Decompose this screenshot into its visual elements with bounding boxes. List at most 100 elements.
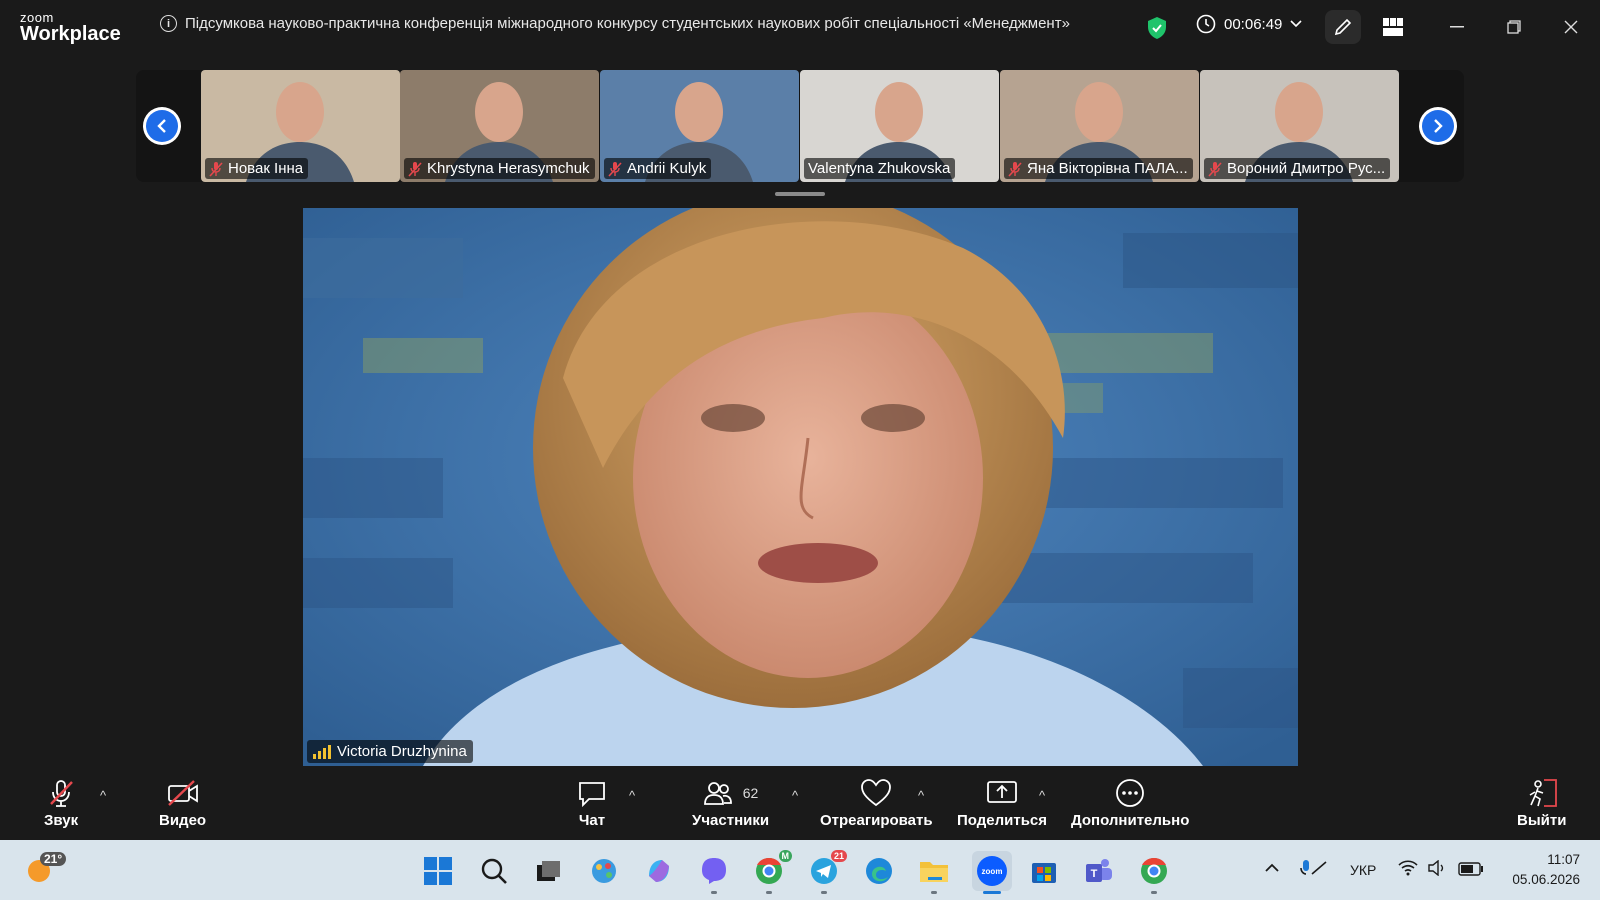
- chrome-app[interactable]: M: [752, 850, 792, 888]
- more-button[interactable]: Дополнительно: [1071, 778, 1189, 829]
- mic-muted-icon: [50, 780, 73, 807]
- wifi-icon[interactable]: [1398, 860, 1418, 879]
- microsoft-store-app[interactable]: [1027, 854, 1061, 888]
- battery-icon[interactable]: [1458, 862, 1484, 879]
- participant-name: Новак Інна: [228, 160, 304, 177]
- chat-bubble-icon: [579, 782, 605, 808]
- meeting-timer[interactable]: 00:06:49: [1196, 14, 1302, 34]
- share-options-caret[interactable]: ^: [1039, 788, 1045, 803]
- participant-tile[interactable]: Valentyna Zhukovska: [800, 70, 999, 182]
- participants-icon: [703, 782, 732, 805]
- participant-name-label: Andrii Kulyk: [604, 158, 712, 179]
- weather-widget[interactable]: 21°: [26, 852, 67, 889]
- mic-muted-icon: [608, 161, 622, 177]
- clock-time: 11:07: [1547, 852, 1580, 867]
- language-indicator[interactable]: УКР: [1350, 862, 1376, 878]
- zoom-app[interactable]: zoom: [972, 851, 1012, 891]
- video-label: Видео: [159, 812, 207, 829]
- windows-logo-icon: [424, 857, 452, 885]
- restore-icon: [1507, 20, 1521, 34]
- heart-icon: [861, 779, 892, 807]
- minimize-icon: [1450, 26, 1464, 28]
- chrome-profile-app[interactable]: [1137, 854, 1171, 888]
- view-button[interactable]: [1375, 10, 1411, 44]
- participant-tile[interactable]: Khrystyna Herasymchuk: [400, 70, 599, 182]
- video-off-icon: [167, 780, 198, 806]
- edge-icon: [866, 858, 892, 884]
- file-explorer-app[interactable]: [917, 854, 951, 888]
- svg-text:T: T: [1091, 868, 1098, 880]
- participant-name-label: Новак Інна: [205, 158, 309, 179]
- pencil-icon: [1334, 18, 1352, 36]
- encryption-shield-icon[interactable]: [1146, 16, 1168, 45]
- active-speaker-video[interactable]: Victoria Druzhynina: [303, 208, 1298, 766]
- viber-app[interactable]: [697, 854, 731, 888]
- timer-text: 00:06:49: [1224, 15, 1283, 33]
- store-icon: [1032, 863, 1056, 883]
- annotate-button[interactable]: [1325, 10, 1361, 44]
- audio-options-caret[interactable]: ^: [100, 788, 106, 803]
- strip-resize-handle[interactable]: [775, 192, 825, 196]
- title-bar: zoom Workplace i Підсумкова науково-прак…: [0, 0, 1600, 55]
- participant-name-label: Valentyna Zhukovska: [804, 158, 956, 179]
- meeting-title: i Підсумкова науково-практична конференц…: [160, 15, 1070, 32]
- paint-app-icon: [592, 859, 616, 883]
- chrome-profile-badge: M: [778, 850, 792, 862]
- leave-button[interactable]: Выйти: [1517, 778, 1566, 829]
- copilot-app[interactable]: [642, 854, 676, 888]
- teams-app[interactable]: T: [1082, 854, 1116, 888]
- edge-app[interactable]: [862, 854, 896, 888]
- restore-button[interactable]: [1499, 14, 1529, 40]
- start-button[interactable]: [421, 854, 455, 888]
- share-label: Поделиться: [957, 812, 1048, 829]
- widgets-app[interactable]: [587, 854, 621, 888]
- speaker-name: Victoria Druzhynina: [337, 743, 467, 760]
- telegram-app[interactable]: 21: [807, 850, 847, 888]
- tray-overflow-button[interactable]: [1265, 860, 1279, 876]
- leave-label: Выйти: [1517, 812, 1567, 829]
- participants-count: 62: [742, 785, 759, 801]
- participant-tile[interactable]: Andrii Kulyk: [600, 70, 799, 182]
- more-dots-icon: [1116, 779, 1145, 807]
- participant-tile[interactable]: Новак Інна: [201, 70, 400, 182]
- task-view-button[interactable]: [531, 854, 565, 888]
- share-button[interactable]: Поделиться: [957, 778, 1047, 829]
- chat-options-caret[interactable]: ^: [629, 788, 635, 803]
- info-icon[interactable]: i: [160, 15, 177, 32]
- input-indicator[interactable]: [1300, 858, 1328, 881]
- chrome-icon: [756, 857, 782, 884]
- more-label: Дополнительно: [1071, 812, 1190, 829]
- minimize-button[interactable]: [1442, 14, 1472, 40]
- participant-tile[interactable]: Вороний Дмитро Рус...: [1200, 70, 1399, 182]
- chat-button[interactable]: Чат: [577, 778, 607, 829]
- participants-options-caret[interactable]: ^: [792, 788, 798, 803]
- system-clock[interactable]: 11:07 05.06.2026: [1500, 850, 1580, 890]
- close-icon: [1564, 20, 1578, 34]
- react-options-caret[interactable]: ^: [918, 788, 924, 803]
- chevron-left-icon: [157, 119, 166, 133]
- svg-text:zoom: zoom: [982, 867, 1003, 876]
- participant-tile[interactable]: Яна Вікторівна ПАЛА...: [1000, 70, 1199, 182]
- react-button[interactable]: Отреагировать: [820, 778, 933, 829]
- participant-name: Вороний Дмитро Рус...: [1227, 160, 1386, 177]
- search-button[interactable]: [477, 854, 511, 888]
- chevron-down-icon: [1290, 20, 1302, 28]
- mic-muted-icon: [1008, 161, 1022, 177]
- participant-name: Valentyna Zhukovska: [808, 160, 951, 177]
- task-view-icon: [537, 861, 560, 881]
- video-button[interactable]: Видео: [159, 778, 206, 829]
- participant-name: Andrii Kulyk: [627, 160, 707, 177]
- folder-icon: [920, 862, 948, 882]
- gallery-next-button[interactable]: [1419, 107, 1457, 145]
- audio-button[interactable]: Звук: [44, 778, 78, 829]
- react-label: Отреагировать: [820, 812, 933, 829]
- close-button[interactable]: [1556, 14, 1586, 40]
- chevron-up-icon: [1265, 863, 1279, 872]
- clock-date: 05.06.2026: [1512, 872, 1580, 887]
- chrome-icon: [1141, 857, 1167, 884]
- copilot-icon: [649, 860, 669, 882]
- participants-button[interactable]: 62 Участники: [692, 778, 769, 829]
- volume-icon[interactable]: [1427, 859, 1447, 879]
- mic-muted-icon: [209, 161, 223, 177]
- gallery-prev-button[interactable]: [143, 107, 181, 145]
